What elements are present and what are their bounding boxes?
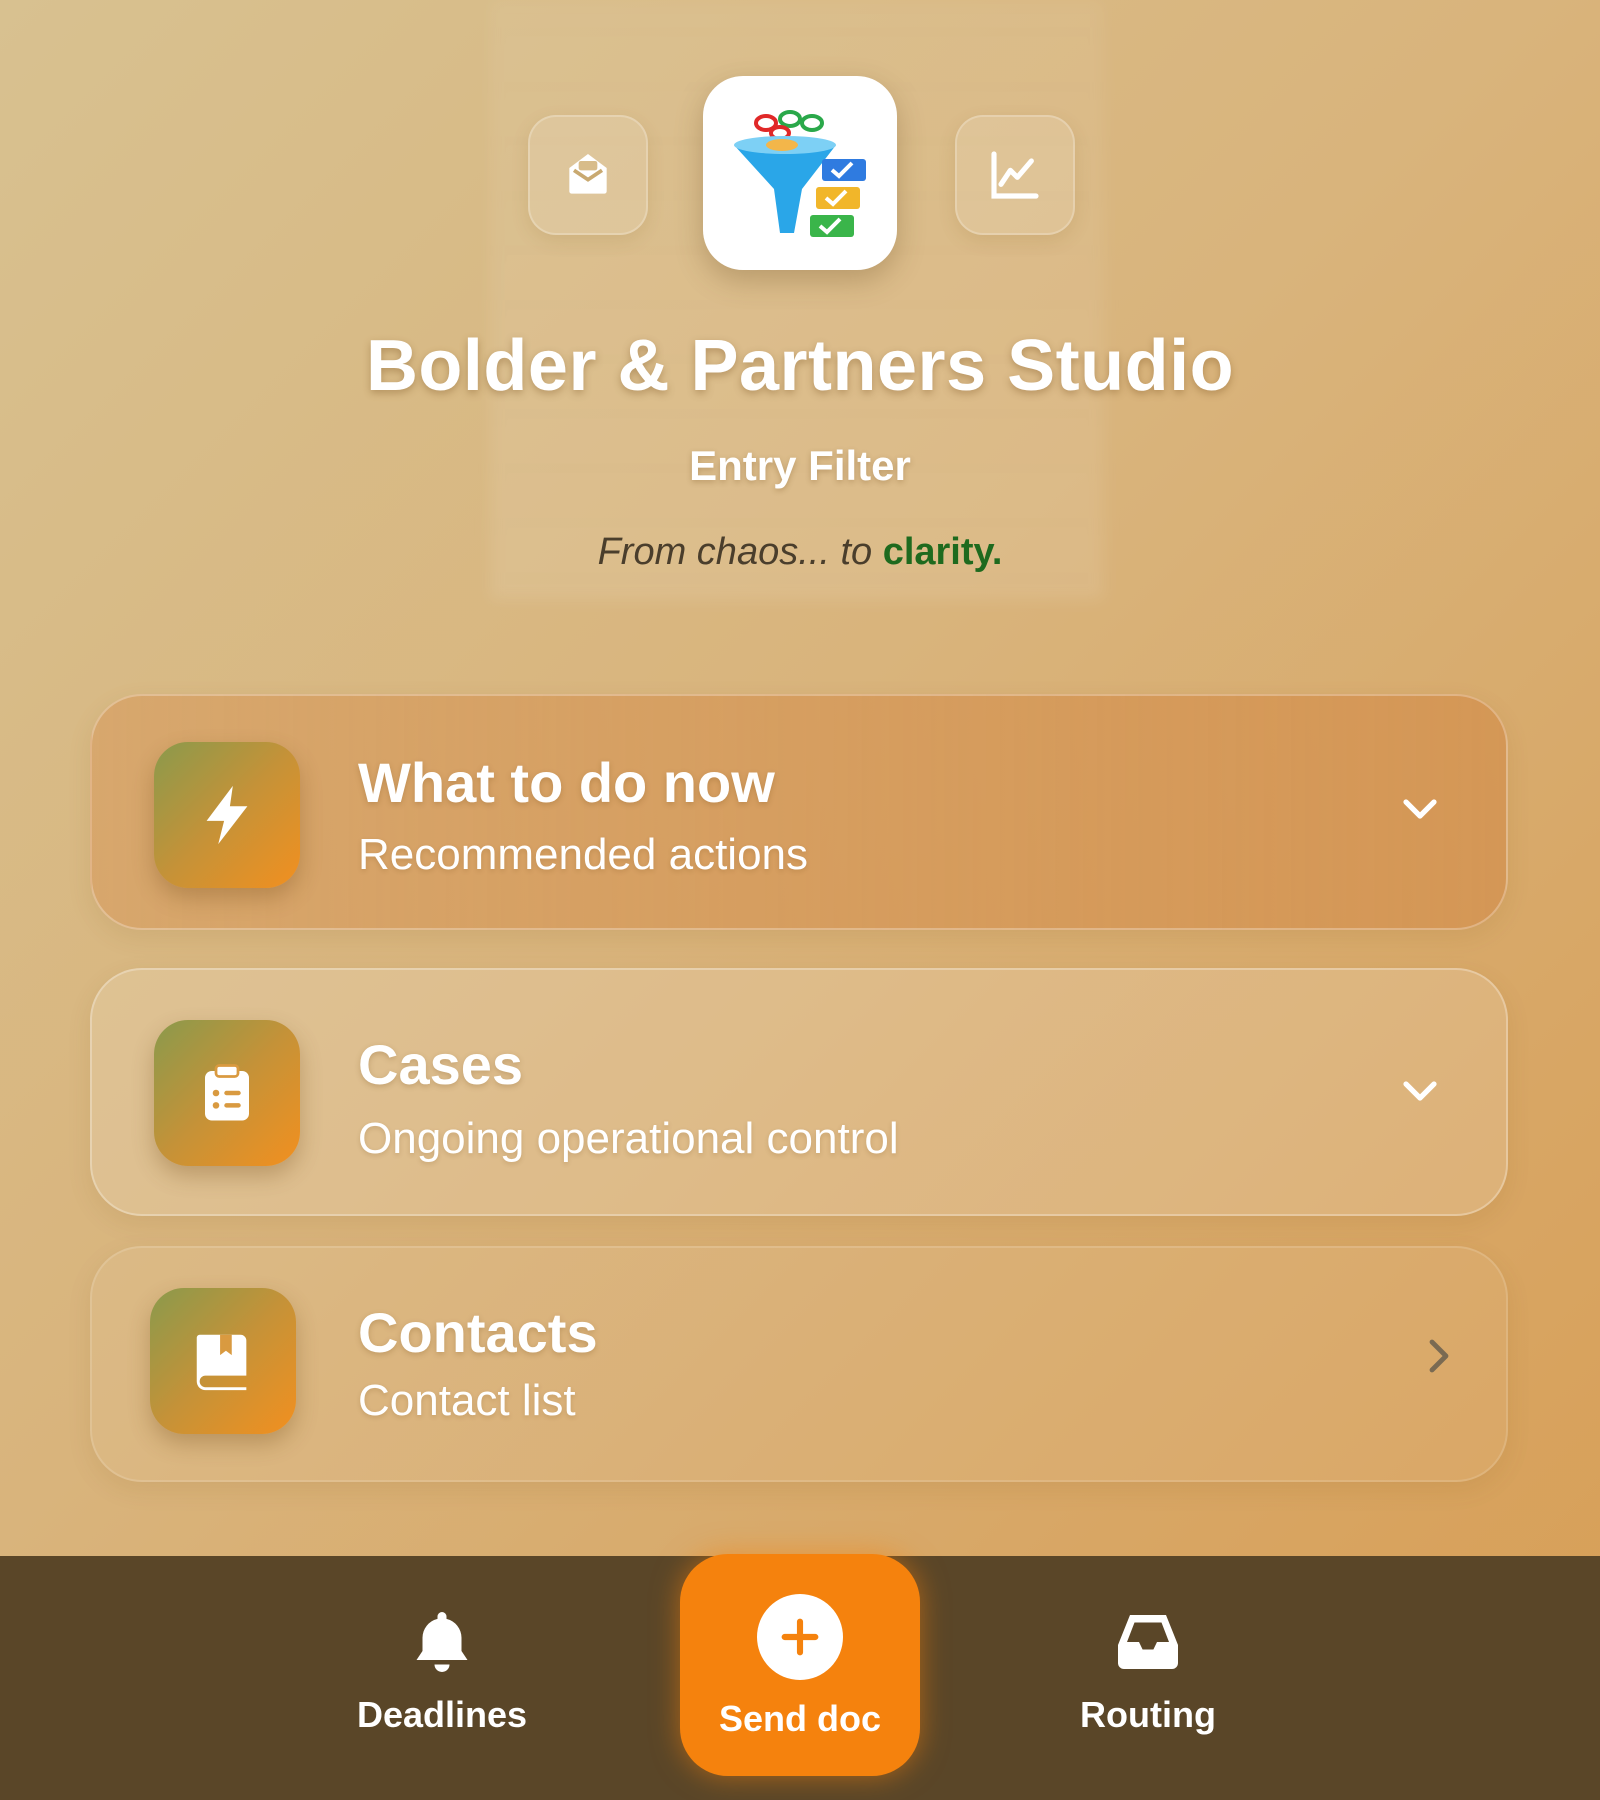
inbox-tray-icon [1118,1615,1178,1669]
chevron-down-icon [1403,1081,1437,1101]
clipboard-list-icon [205,1064,249,1121]
card-what-to-do-now[interactable]: What to do now Recommended actions [90,694,1508,930]
inbox-envelope-icon [569,154,607,194]
header [0,0,1600,300]
inbox-button[interactable] [528,115,648,235]
chevron-down-icon [1403,799,1437,819]
lightning-icon [206,785,248,845]
page-subtitle: Entry Filter [689,442,911,489]
funnel-checklist-logo [734,110,866,237]
send-doc-label: Send doc [718,1698,882,1739]
card-icon-badge [150,1288,296,1434]
card-icon-badge [154,1020,300,1166]
card-subtitle: Ongoing operational control [358,1114,899,1163]
plus-circle-icon [757,1594,843,1680]
app-logo [703,76,897,270]
address-book-icon [196,1334,247,1391]
card-cases[interactable]: Cases Ongoing operational control [90,968,1508,1216]
open-arrow[interactable] [1410,1328,1466,1384]
tagline-text: From chaos... to [597,531,883,573]
card-title: Contacts [358,1301,598,1364]
tagline: From chaos... to clarity. [0,531,1600,574]
expand-toggle[interactable] [1392,780,1448,836]
card-contacts[interactable]: Contacts Contact list [90,1246,1508,1482]
analytics-button[interactable] [955,115,1075,235]
nav-deadlines[interactable]: Deadlines [322,1600,562,1760]
plus-icon [781,1618,819,1656]
card-subtitle: Recommended actions [358,830,809,879]
line-chart-icon [991,151,1039,199]
tagline-highlight: clarity. [882,531,1003,573]
send-doc-button[interactable]: Send doc [680,1554,920,1776]
bell-icon [416,1612,468,1672]
nav-routing-label: Routing [1080,1694,1216,1735]
card-subtitle: Contact list [358,1376,576,1425]
card-title: What to do now [358,751,775,814]
page-title: Bolder & Partners Studio [365,326,1235,406]
nav-routing[interactable]: Routing [1028,1600,1268,1760]
card-title: Cases [358,1033,524,1096]
chevron-right-icon [1429,1339,1449,1373]
card-icon-badge [154,742,300,888]
nav-deadlines-label: Deadlines [356,1694,528,1735]
expand-toggle[interactable] [1392,1062,1448,1118]
